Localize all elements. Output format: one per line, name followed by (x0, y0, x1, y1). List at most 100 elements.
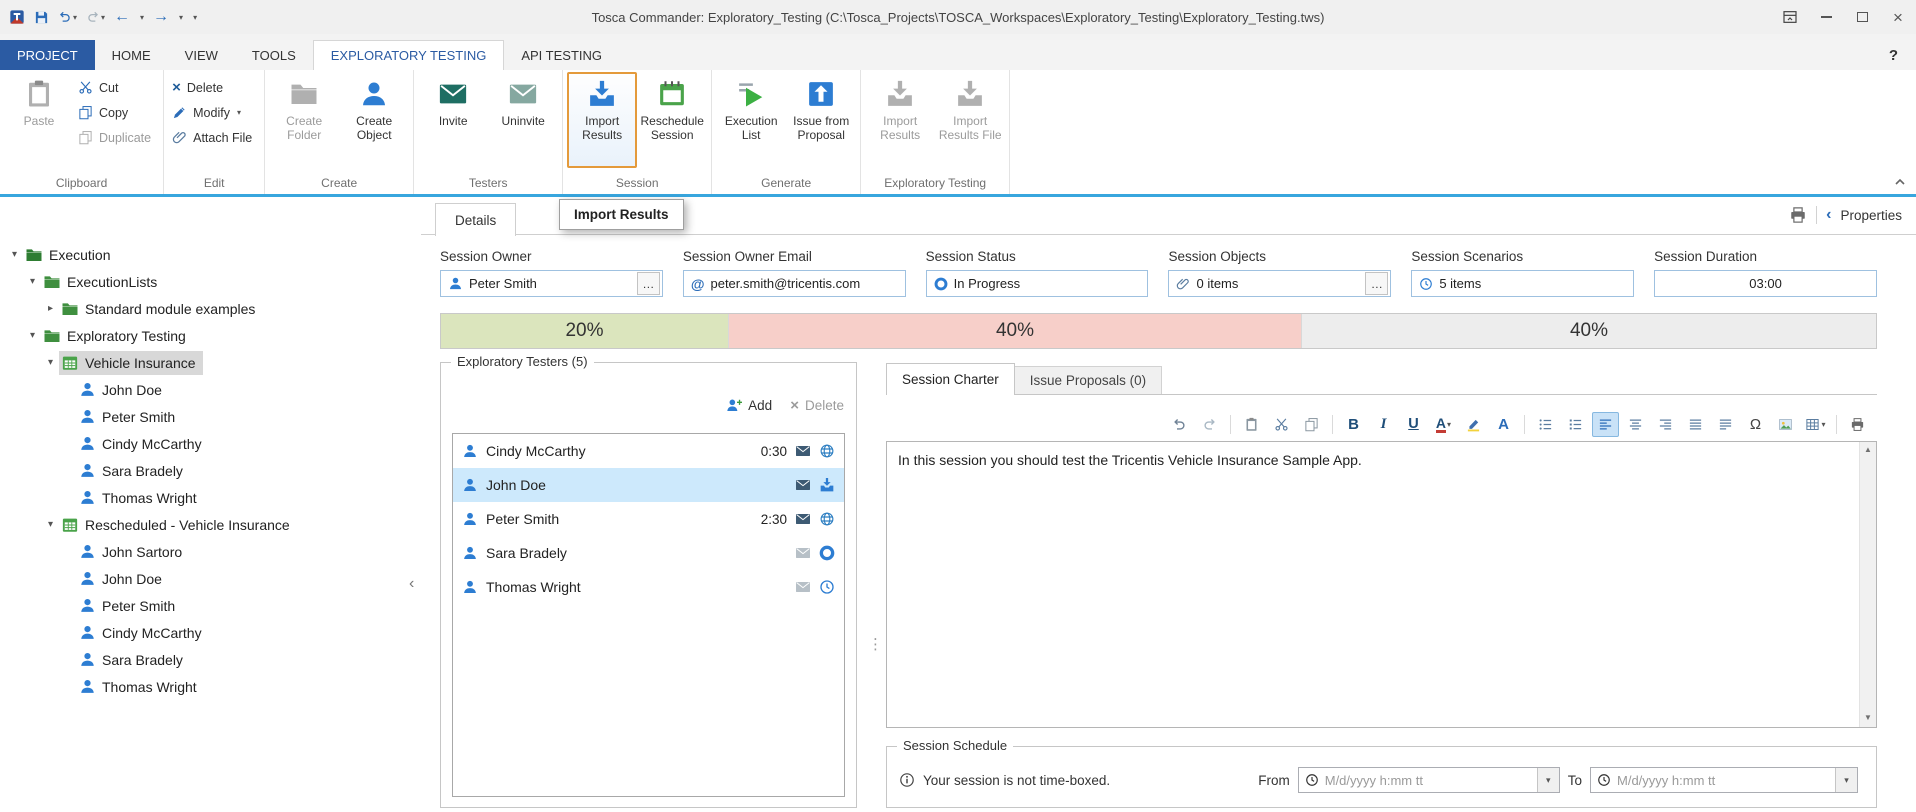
tab-exploratory-testing[interactable]: EXPLORATORY TESTING (313, 40, 505, 70)
invite-button[interactable]: Invite (418, 72, 488, 128)
envelope-icon[interactable] (795, 443, 811, 459)
tree-item-tester[interactable]: Sara Bradely (0, 457, 407, 484)
print-button[interactable] (1844, 412, 1871, 437)
justify-button[interactable] (1682, 412, 1709, 437)
insert-table-button[interactable]: ▾ (1802, 412, 1829, 437)
minimize-button[interactable] (1808, 0, 1844, 34)
tree-item-tester[interactable]: Thomas Wright (0, 673, 407, 700)
add-tester-button[interactable]: Add (726, 397, 772, 413)
collapse-ribbon-button[interactable] (1894, 176, 1906, 188)
tree-item-tester[interactable]: Peter Smith (0, 592, 407, 619)
forward-button[interactable]: → (150, 4, 172, 30)
numbered-list-button[interactable] (1562, 412, 1589, 437)
tester-row-selected[interactable]: John Doe (453, 468, 844, 502)
table-dropdown-icon[interactable]: ▾ (1821, 420, 1825, 429)
font-color-button[interactable]: A▾ (1430, 412, 1457, 437)
justify-block-button[interactable] (1712, 412, 1739, 437)
paste-button[interactable]: Paste (4, 72, 74, 128)
copy-button[interactable]: Copy (74, 104, 159, 121)
execution-list-button[interactable]: Execution List (716, 72, 786, 143)
from-datetime-field[interactable]: M/d/yyyy h:mm tt ▾ (1298, 767, 1560, 793)
session-charter-editor[interactable]: In this session you should test the Tric… (886, 441, 1877, 728)
tree-item-tester[interactable]: Thomas Wright (0, 484, 407, 511)
tab-view[interactable]: VIEW (168, 40, 235, 70)
tree-item-executionlists[interactable]: ▾ ExecutionLists (0, 268, 407, 295)
print-button[interactable] (1789, 206, 1807, 224)
customize-toolbar-button[interactable]: ▾ (189, 4, 200, 30)
session-owner-email-field[interactable]: @ peter.smith@tricentis.com (683, 270, 906, 297)
tab-tools[interactable]: TOOLS (235, 40, 313, 70)
expander-icon[interactable]: ▸ (42, 303, 59, 314)
tab-project[interactable]: PROJECT (0, 40, 95, 70)
align-right-button[interactable] (1652, 412, 1679, 437)
envelope-icon[interactable] (795, 511, 811, 527)
help-button[interactable]: ? (1871, 40, 1916, 70)
expander-icon[interactable]: ▾ (42, 519, 59, 530)
align-left-button[interactable] (1592, 412, 1619, 437)
owner-browse-button[interactable]: … (637, 272, 660, 295)
delete-button[interactable]: ×Delete (168, 79, 260, 96)
to-dropdown-button[interactable]: ▾ (1835, 768, 1857, 792)
session-status-field[interactable]: In Progress (926, 270, 1149, 297)
envelope-icon[interactable] (795, 579, 811, 595)
tab-api-testing[interactable]: API TESTING (504, 40, 619, 70)
bold-button[interactable]: B (1340, 412, 1367, 437)
back-dropdown[interactable]: ▾ (136, 4, 147, 30)
tree-splitter[interactable]: ‹ (407, 197, 421, 812)
modify-button[interactable]: Modify▾ (168, 104, 260, 121)
tab-details[interactable]: Details (435, 203, 516, 236)
tree-item-rescheduled-vehicle-insurance[interactable]: ▾ Rescheduled - Vehicle Insurance (0, 511, 407, 538)
create-object-button[interactable]: Create Object (339, 72, 409, 143)
import-results-disabled-button[interactable]: Import Results (865, 72, 935, 143)
app-icon[interactable] (6, 4, 28, 30)
panel-resize-handle[interactable]: ⋮ (868, 635, 883, 653)
envelope-icon[interactable] (795, 545, 811, 561)
tree-item-tester[interactable]: Cindy McCarthy (0, 430, 407, 457)
font-button[interactable]: A (1490, 412, 1517, 437)
tree-item-tester[interactable]: Peter Smith (0, 403, 407, 430)
redo-dropdown-icon[interactable]: ▾ (101, 13, 105, 22)
envelope-icon[interactable] (795, 477, 811, 493)
globe-icon[interactable] (819, 443, 835, 459)
back-button[interactable]: ← (111, 4, 133, 30)
close-button[interactable]: × (1880, 0, 1916, 34)
tree-item-tester[interactable]: Sara Bradely (0, 646, 407, 673)
font-color-dropdown-icon[interactable]: ▾ (1447, 420, 1451, 429)
status-circle-icon[interactable] (819, 545, 835, 561)
scroll-up-icon[interactable]: ▲ (1864, 445, 1872, 456)
maximize-button[interactable] (1844, 0, 1880, 34)
forward-dropdown[interactable]: ▾ (175, 4, 186, 30)
paste-button[interactable] (1238, 412, 1265, 437)
bullet-list-button[interactable] (1532, 412, 1559, 437)
tree-item-tester[interactable]: Cindy McCarthy (0, 619, 407, 646)
clock-status-icon[interactable] (819, 579, 835, 595)
expander-icon[interactable]: ▾ (24, 276, 41, 287)
undo-button[interactable] (1166, 412, 1193, 437)
session-scenarios-field[interactable]: 5 items (1411, 270, 1634, 297)
undo-button[interactable]: ▾ (55, 4, 80, 30)
undo-dropdown-icon[interactable]: ▾ (73, 13, 77, 22)
italic-button[interactable]: I (1370, 412, 1397, 437)
from-dropdown-button[interactable]: ▾ (1537, 768, 1559, 792)
highlight-button[interactable] (1460, 412, 1487, 437)
copy-button[interactable] (1298, 412, 1325, 437)
tree-item-tester[interactable]: John Doe (0, 565, 407, 592)
tree-item-execution[interactable]: ▾ Execution (0, 241, 407, 268)
session-objects-field[interactable]: 0 items … (1168, 270, 1391, 297)
import-results-status-icon[interactable] (819, 477, 835, 493)
tester-row[interactable]: Thomas Wright (453, 570, 844, 604)
import-results-button[interactable]: Import Results (567, 72, 637, 168)
issue-from-proposal-button[interactable]: Issue from Proposal (786, 72, 856, 143)
scroll-down-icon[interactable]: ▼ (1864, 713, 1872, 724)
cut-button[interactable] (1268, 412, 1295, 437)
uninvite-button[interactable]: Uninvite (488, 72, 558, 128)
reschedule-session-button[interactable]: Reschedule Session (637, 72, 707, 143)
tree-item-vehicle-insurance[interactable]: ▾ Vehicle Insurance (0, 349, 407, 376)
tab-home[interactable]: HOME (95, 40, 168, 70)
create-folder-button[interactable]: Create Folder (269, 72, 339, 143)
delete-tester-button[interactable]: × Delete (790, 398, 844, 413)
redo-button[interactable] (1196, 412, 1223, 437)
vertical-scrollbar[interactable]: ▲ ▼ (1859, 442, 1876, 727)
insert-image-button[interactable] (1772, 412, 1799, 437)
ribbon-options-button[interactable] (1772, 0, 1808, 34)
